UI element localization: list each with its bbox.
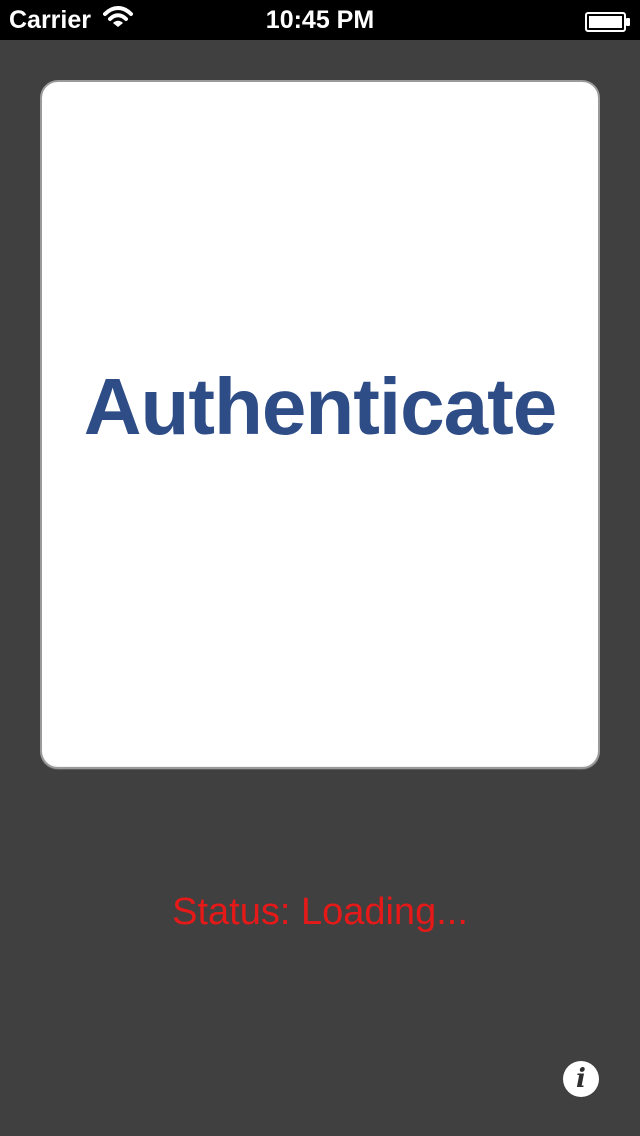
status-message: Status: Loading... [172, 891, 468, 933]
info-icon[interactable]: i [563, 1061, 599, 1097]
battery-icon [585, 10, 631, 32]
authenticate-button[interactable]: Authenticate [40, 80, 600, 769]
authenticate-label: Authenticate [83, 361, 557, 451]
info-glyph: i [576, 1064, 586, 1094]
status-time: 10:45 PM [265, 6, 375, 34]
status-bar: Carrier 10:45 PM [0, 0, 640, 40]
app-content: Authenticate Status: Loading... i [0, 40, 640, 1136]
phone-screen: Carrier 10:45 PM Authenticate Status: Lo… [0, 0, 640, 1136]
